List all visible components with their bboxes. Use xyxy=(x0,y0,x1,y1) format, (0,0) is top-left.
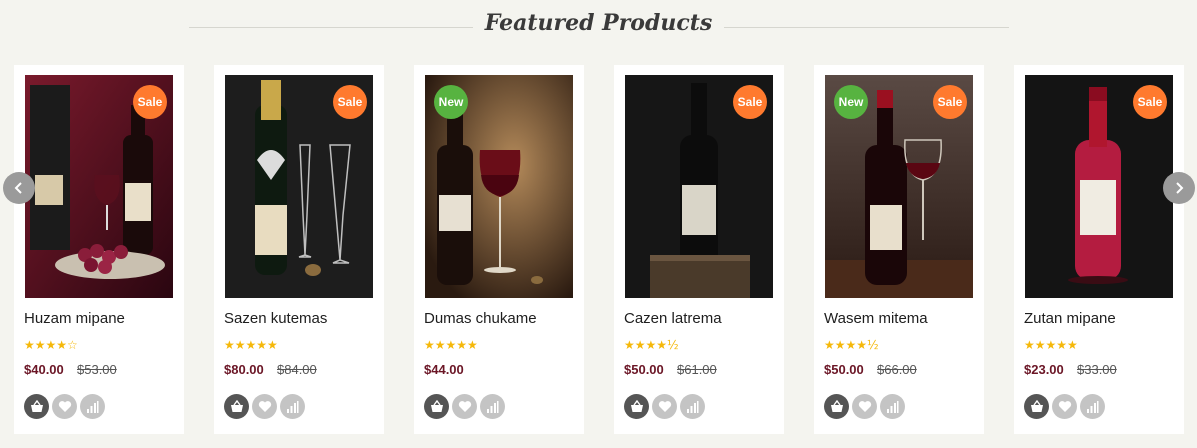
sale-badge: Sale xyxy=(733,85,767,119)
add-to-cart-button[interactable] xyxy=(824,394,849,419)
basket-icon xyxy=(1030,399,1043,412)
compare-button[interactable] xyxy=(680,394,705,419)
heart-icon xyxy=(458,401,471,412)
product-image[interactable]: Sale xyxy=(1025,75,1173,298)
old-price: $53.00 xyxy=(77,362,117,377)
product-price: $23.00 xyxy=(1024,362,1064,377)
product-name[interactable]: Wasem mitema xyxy=(824,310,928,327)
compare-button[interactable] xyxy=(1080,394,1105,419)
old-price: $84.00 xyxy=(277,362,317,377)
rating-stars: ★★★★★ xyxy=(424,338,478,352)
add-to-cart-button[interactable] xyxy=(424,394,449,419)
product-price: $40.00 xyxy=(24,362,64,377)
product-name[interactable]: Cazen latrema xyxy=(624,310,722,327)
bar-chart-icon xyxy=(287,400,299,413)
rating-stars: ★★★★★ xyxy=(1024,338,1078,352)
product-card[interactable]: Sale Sazen kutemas ★★★★★ $80.00 $84.00 xyxy=(214,65,384,434)
product-price: $80.00 xyxy=(224,362,264,377)
chevron-left-icon xyxy=(14,182,22,194)
wishlist-button[interactable] xyxy=(652,394,677,419)
product-name[interactable]: Zutan mipane xyxy=(1024,310,1116,327)
product-name[interactable]: Sazen kutemas xyxy=(224,310,327,327)
chevron-right-icon xyxy=(1176,182,1184,194)
product-image[interactable]: New Sale xyxy=(825,75,973,298)
bar-chart-icon xyxy=(487,400,499,413)
heart-icon xyxy=(858,401,871,412)
product-image[interactable]: Sale xyxy=(225,75,373,298)
product-card[interactable]: Sale Cazen latrema ★★★★½ $50.00 $61.00 xyxy=(614,65,784,434)
wishlist-button[interactable] xyxy=(252,394,277,419)
new-badge: New xyxy=(834,85,868,119)
old-price: $61.00 xyxy=(677,362,717,377)
sale-badge: Sale xyxy=(1133,85,1167,119)
rating-stars: ★★★★½ xyxy=(824,338,879,352)
wishlist-button[interactable] xyxy=(452,394,477,419)
compare-button[interactable] xyxy=(280,394,305,419)
bar-chart-icon xyxy=(87,400,99,413)
compare-button[interactable] xyxy=(480,394,505,419)
header-divider-right xyxy=(724,27,1009,28)
product-name[interactable]: Dumas chukame xyxy=(424,310,537,327)
carousel-next-button[interactable] xyxy=(1163,172,1195,204)
product-card[interactable]: Sale Zutan mipane ★★★★★ $23.00 $33.00 xyxy=(1014,65,1184,434)
bar-chart-icon xyxy=(687,400,699,413)
carousel-prev-button[interactable] xyxy=(3,172,35,204)
heart-icon xyxy=(1058,401,1071,412)
sale-badge: Sale xyxy=(133,85,167,119)
section-header: Featured Products xyxy=(0,8,1197,44)
wishlist-button[interactable] xyxy=(52,394,77,419)
product-image[interactable]: Sale xyxy=(25,75,173,298)
basket-icon xyxy=(230,399,243,412)
bar-chart-icon xyxy=(887,400,899,413)
old-price: $66.00 xyxy=(877,362,917,377)
basket-icon xyxy=(630,399,643,412)
basket-icon xyxy=(430,399,443,412)
heart-icon xyxy=(658,401,671,412)
new-badge: New xyxy=(434,85,468,119)
compare-button[interactable] xyxy=(80,394,105,419)
product-name[interactable]: Huzam mipane xyxy=(24,310,125,327)
add-to-cart-button[interactable] xyxy=(24,394,49,419)
compare-button[interactable] xyxy=(880,394,905,419)
section-title: Featured Products xyxy=(484,10,713,36)
add-to-cart-button[interactable] xyxy=(224,394,249,419)
product-price: $44.00 xyxy=(424,362,464,377)
bar-chart-icon xyxy=(1087,400,1099,413)
product-image[interactable]: New xyxy=(425,75,573,298)
basket-icon xyxy=(830,399,843,412)
header-divider-left xyxy=(189,27,473,28)
product-image[interactable]: Sale xyxy=(625,75,773,298)
product-card[interactable]: New Dumas chukame ★★★★★ $44.00 xyxy=(414,65,584,434)
wishlist-button[interactable] xyxy=(852,394,877,419)
basket-icon xyxy=(30,399,43,412)
rating-stars: ★★★★☆ xyxy=(24,338,78,352)
heart-icon xyxy=(58,401,71,412)
rating-stars: ★★★★½ xyxy=(624,338,679,352)
product-card[interactable]: Sale Huzam mipane ★★★★☆ $40.00 $53.00 xyxy=(14,65,184,434)
add-to-cart-button[interactable] xyxy=(624,394,649,419)
sale-badge: Sale xyxy=(933,85,967,119)
sale-badge: Sale xyxy=(333,85,367,119)
rating-stars: ★★★★★ xyxy=(224,338,278,352)
product-price: $50.00 xyxy=(824,362,864,377)
wishlist-button[interactable] xyxy=(1052,394,1077,419)
old-price: $33.00 xyxy=(1077,362,1117,377)
product-card[interactable]: New Sale Wasem mitema ★★★★½ $50.00 $66.0… xyxy=(814,65,984,434)
add-to-cart-button[interactable] xyxy=(1024,394,1049,419)
product-price: $50.00 xyxy=(624,362,664,377)
heart-icon xyxy=(258,401,271,412)
